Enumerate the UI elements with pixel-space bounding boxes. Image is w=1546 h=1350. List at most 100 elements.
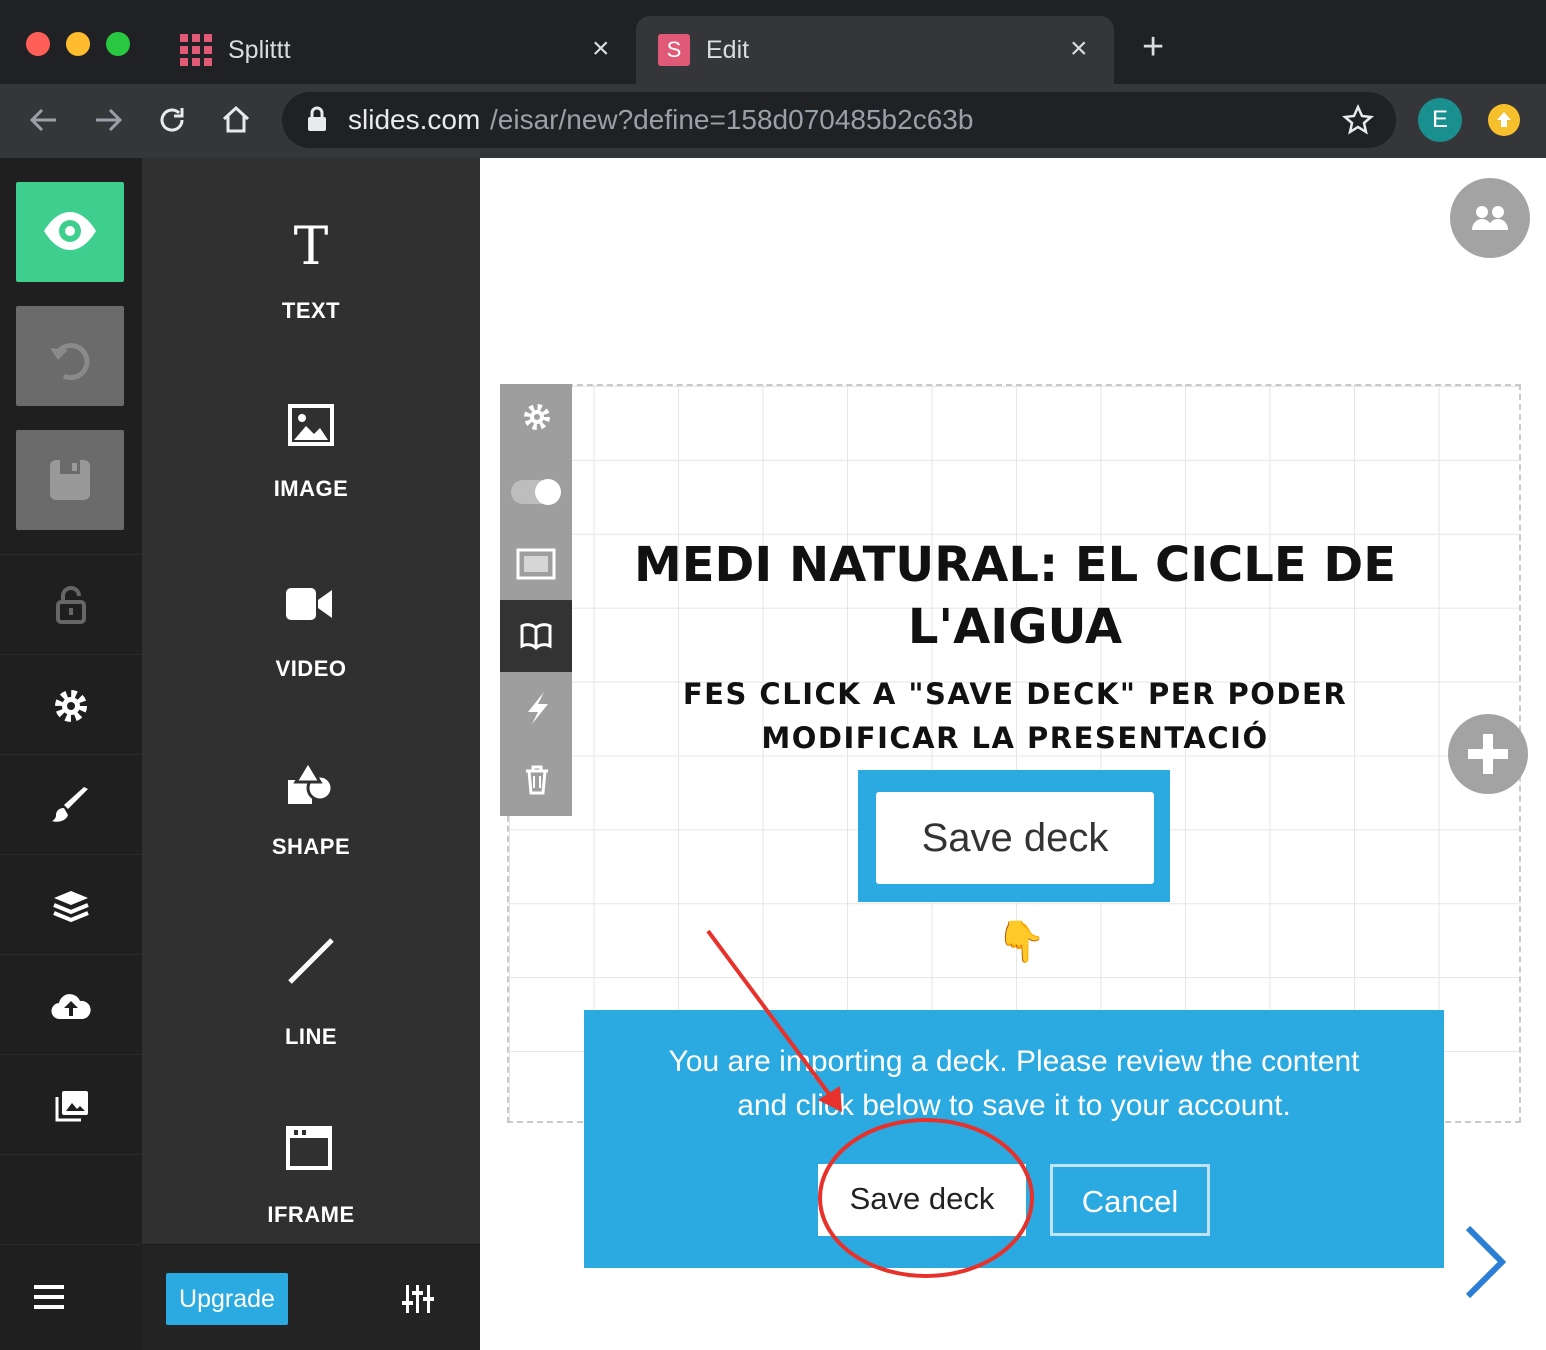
toggle-icon <box>511 479 561 505</box>
slide-toolbar <box>500 384 572 816</box>
background-icon <box>516 548 556 580</box>
url-path: /eisar/new?define=158d070485b2c63b <box>490 104 974 135</box>
undo-button[interactable] <box>16 306 124 406</box>
pointing-down-emoji: 👇 <box>996 919 1046 965</box>
forward-button[interactable] <box>86 100 130 140</box>
browser-tab-bar: Splittt × S Edit × + <box>0 0 1546 84</box>
eye-icon <box>42 206 98 261</box>
import-deck-dialog: You are importing a deck. Please review … <box>584 1010 1444 1268</box>
address-bar[interactable]: slides.com /eisar/new?define=158d070485b… <box>282 92 1396 148</box>
add-slide-button[interactable] <box>1448 714 1528 794</box>
tab-title: Edit <box>706 36 750 64</box>
shape-icon <box>288 760 334 804</box>
lock-button[interactable] <box>0 554 142 654</box>
slide-subtitle-line: FES CLICK A "SAVE DECK" PER PODER <box>682 677 1348 711</box>
undo-icon <box>46 334 96 389</box>
profile-avatar[interactable]: E <box>1418 98 1462 142</box>
slide-save-deck-graphic[interactable]: Save deck <box>858 770 1170 902</box>
save-deck-button[interactable]: Save deck <box>818 1164 1026 1236</box>
book-icon <box>520 623 552 650</box>
menu-button[interactable] <box>0 1244 142 1350</box>
image-icon <box>288 404 334 446</box>
cancel-button[interactable]: Cancel <box>1050 1164 1210 1236</box>
slide-title-line: MEDI NATURAL: EL CICLE DE <box>634 537 1396 593</box>
tool-label: IMAGE <box>273 476 349 501</box>
settings-button[interactable] <box>0 654 142 754</box>
upgrade-button[interactable]: Upgrade <box>166 1273 288 1325</box>
chevron-right-icon <box>1465 1225 1507 1299</box>
speaker-notes-button[interactable] <box>500 600 572 672</box>
editor-sidebar <box>0 158 142 1350</box>
close-window-button[interactable] <box>26 32 50 56</box>
tool-label: IFRAME <box>267 1202 355 1227</box>
import-message-line: You are importing a deck. Please review … <box>668 1045 1360 1078</box>
gear-icon <box>55 690 87 722</box>
slide-subtitle[interactable]: FES CLICK A "SAVE DECK" PER PODER MODIFI… <box>600 672 1430 760</box>
sliders-icon[interactable] <box>402 1283 434 1315</box>
import-button[interactable] <box>0 954 142 1054</box>
cloud-upload-icon <box>51 994 91 1020</box>
close-tab-icon[interactable]: × <box>1070 32 1088 66</box>
save-icon-button[interactable] <box>16 430 124 530</box>
import-message-line: and click below to save it to your accou… <box>737 1089 1291 1122</box>
new-tab-button[interactable]: + <box>1142 26 1164 69</box>
slide-title[interactable]: MEDI NATURAL: EL CICLE DE L'AIGUA <box>600 534 1430 658</box>
tool-line[interactable]: LINE <box>142 920 480 1070</box>
tool-shape[interactable]: SHAPE <box>142 740 480 890</box>
slides-favicon-icon: S <box>658 34 690 66</box>
next-slide-button[interactable] <box>1462 1224 1508 1305</box>
slide-visibility-toggle[interactable] <box>500 456 572 528</box>
floppy-disk-icon <box>48 458 92 507</box>
media-library-button[interactable] <box>0 1054 142 1154</box>
url-domain: slides.com <box>348 104 481 135</box>
trash-icon <box>526 765 548 795</box>
back-button[interactable] <box>22 100 66 140</box>
gear-icon <box>524 404 550 430</box>
minimize-window-button[interactable] <box>66 32 90 56</box>
video-icon <box>286 588 332 620</box>
tool-image[interactable]: IMAGE <box>142 380 480 530</box>
slide-settings-button[interactable] <box>500 384 572 456</box>
plus-icon <box>1468 734 1508 774</box>
padlock-icon <box>56 586 86 624</box>
slide-subtitle-line: MODIFICAR LA PRESENTACIÓ <box>761 721 1269 755</box>
style-button[interactable] <box>0 754 142 854</box>
import-message: You are importing a deck. Please review … <box>604 1040 1424 1128</box>
tool-iframe[interactable]: IFRAME <box>142 1100 480 1250</box>
layers-icon <box>53 891 89 923</box>
people-icon <box>1472 206 1508 230</box>
lock-icon[interactable] <box>306 106 328 137</box>
panel-footer: Upgrade <box>142 1244 480 1350</box>
grid-favicon-icon <box>180 34 212 73</box>
home-button[interactable] <box>214 100 258 140</box>
slide-background-button[interactable] <box>500 528 572 600</box>
media-icon <box>55 1091 88 1122</box>
tool-label: VIDEO <box>275 656 347 681</box>
hamburger-menu-icon <box>34 1285 64 1309</box>
slide-transition-button[interactable] <box>500 672 572 744</box>
tool-label: LINE <box>284 1024 338 1049</box>
arrange-button[interactable] <box>0 854 142 954</box>
iframe-icon <box>286 1126 332 1170</box>
collaborate-button[interactable] <box>1450 178 1530 258</box>
line-icon <box>288 938 334 984</box>
text-icon: T <box>294 220 329 270</box>
svg-text:T: T <box>294 220 329 270</box>
tab-title: Splittt <box>228 36 291 64</box>
bookmark-star-icon[interactable] <box>1342 103 1374 141</box>
lightning-icon <box>528 692 548 724</box>
tab-splittt[interactable]: Splittt × <box>160 16 628 84</box>
close-tab-icon[interactable]: × <box>592 32 610 66</box>
slide-save-deck-label: Save deck <box>876 792 1154 884</box>
tool-text[interactable]: T TEXT <box>142 200 480 350</box>
reload-button[interactable] <box>150 100 194 140</box>
delete-slide-button[interactable] <box>500 744 572 816</box>
maximize-window-button[interactable] <box>106 32 130 56</box>
brush-icon <box>52 787 88 822</box>
preview-button[interactable] <box>16 182 124 282</box>
tool-video[interactable]: VIDEO <box>142 560 480 710</box>
tool-label: TEXT <box>281 298 341 323</box>
update-icon[interactable] <box>1488 104 1520 136</box>
tab-edit[interactable]: S Edit × <box>636 16 1114 84</box>
tool-label: SHAPE <box>271 834 351 859</box>
